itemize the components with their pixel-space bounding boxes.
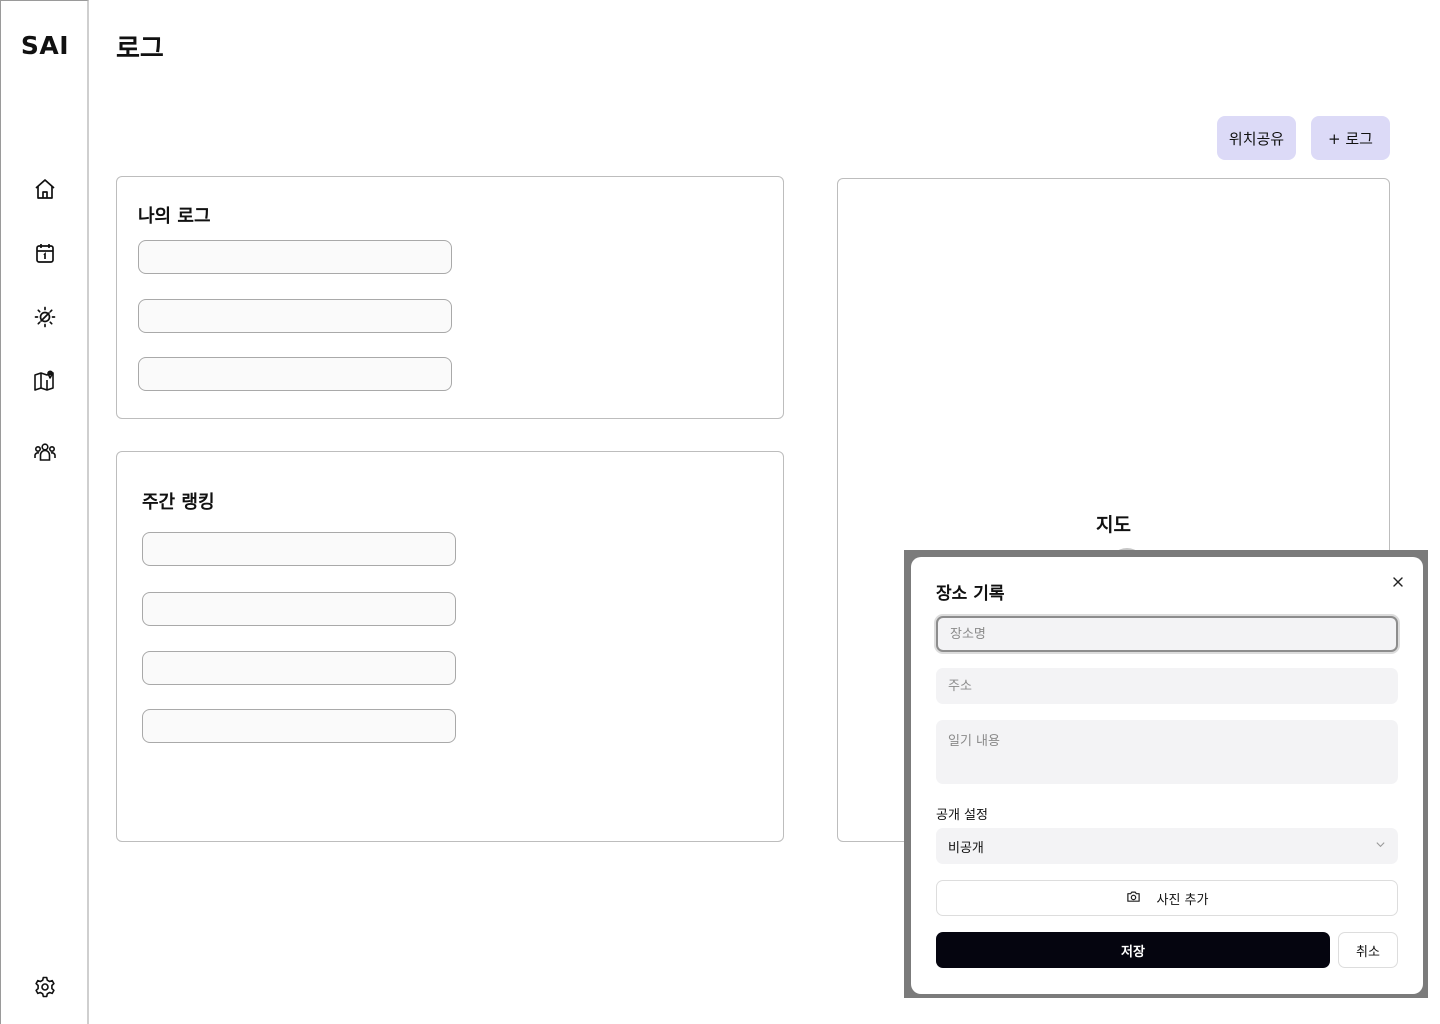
add-photo-button[interactable]: 사진 추가	[936, 880, 1398, 916]
ranking-item[interactable]	[142, 651, 456, 685]
visibility-select[interactable]: 비공개	[936, 828, 1398, 864]
ranking-item[interactable]	[142, 532, 456, 566]
camera-icon	[1126, 889, 1141, 908]
weekly-ranking-title: 주간 랭킹	[142, 492, 215, 513]
cancel-button[interactable]: 취소	[1338, 932, 1398, 968]
address-input[interactable]	[936, 668, 1398, 704]
add-log-button[interactable]: + 로그	[1311, 116, 1390, 160]
my-log-item[interactable]	[138, 357, 452, 391]
map-icon[interactable]	[32, 368, 58, 394]
weekly-ranking-card: 주간 랭킹	[116, 451, 784, 842]
map-title: 지도	[1096, 514, 1131, 536]
settings-icon[interactable]	[32, 974, 58, 1000]
add-photo-label: 사진 추가	[1156, 892, 1209, 908]
my-log-card: 나의 로그	[116, 176, 784, 419]
place-record-modal: 장소 기록 공개 설정 비공개 사진 추가 저장 취소	[911, 557, 1423, 994]
visibility-label: 공개 설정	[936, 808, 988, 823]
ranking-item[interactable]	[142, 592, 456, 626]
sidebar: SAI	[0, 0, 89, 1024]
community-icon[interactable]	[32, 439, 58, 465]
chevron-down-icon	[1375, 839, 1386, 854]
diary-textarea[interactable]	[936, 720, 1398, 784]
app-logo: SAI	[20, 31, 70, 60]
visibility-value: 비공개	[948, 840, 984, 856]
place-name-input[interactable]	[936, 616, 1398, 652]
my-log-title: 나의 로그	[138, 206, 211, 227]
calendar-icon[interactable]	[32, 240, 58, 266]
save-button[interactable]: 저장	[936, 932, 1330, 968]
weather-icon[interactable]	[32, 304, 58, 330]
modal-title: 장소 기록	[936, 584, 1005, 604]
share-location-button[interactable]: 위치공유	[1217, 116, 1296, 160]
ranking-item[interactable]	[142, 709, 456, 743]
close-icon[interactable]	[1389, 573, 1407, 591]
my-log-item[interactable]	[138, 299, 452, 333]
page-title: 로그	[116, 34, 164, 64]
home-icon[interactable]	[32, 176, 58, 202]
my-log-item[interactable]	[138, 240, 452, 274]
